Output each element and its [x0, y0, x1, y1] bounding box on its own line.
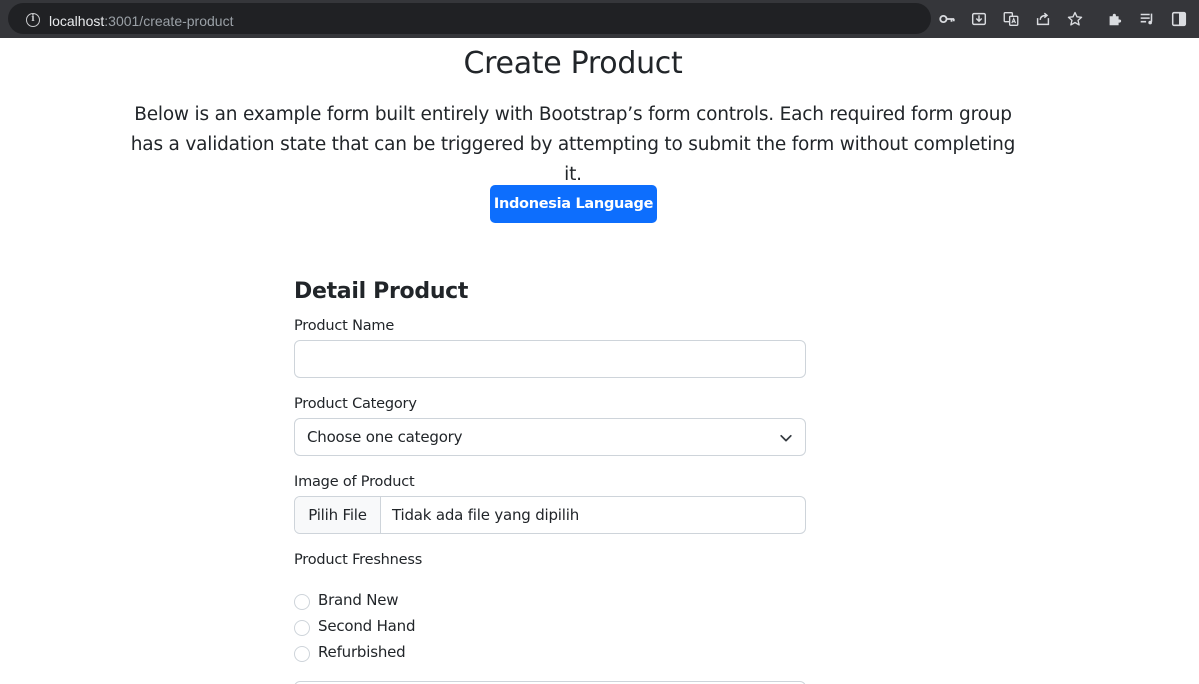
- radio-button[interactable]: [294, 594, 310, 610]
- radio-button[interactable]: [294, 646, 310, 662]
- url-text[interactable]: localhost:3001/create-product: [49, 13, 233, 29]
- chevron-down-icon: [780, 434, 792, 442]
- key-icon[interactable]: [937, 9, 957, 29]
- product-name-input[interactable]: [294, 340, 806, 378]
- radio-label: Brand New: [318, 591, 399, 609]
- radio-button[interactable]: [294, 620, 310, 636]
- file-status-text: Tidak ada file yang dipilih: [392, 506, 580, 524]
- product-category-value: Choose one category: [307, 428, 463, 446]
- radio-label: Refurbished: [318, 643, 406, 661]
- section-title: Detail Product: [294, 279, 469, 304]
- product-category-label: Product Category: [294, 396, 417, 412]
- product-image-file-input[interactable]: Pilih File Tidak ada file yang dipilih: [294, 496, 806, 534]
- choose-file-button[interactable]: Pilih File: [295, 497, 381, 533]
- address-bar[interactable]: i localhost:3001/create-product: [8, 3, 931, 34]
- side-panel-icon[interactable]: [1169, 9, 1189, 29]
- product-image-label: Image of Product: [294, 474, 415, 490]
- share-icon[interactable]: [1033, 9, 1053, 29]
- radio-label: Second Hand: [318, 617, 416, 635]
- star-icon[interactable]: [1065, 9, 1085, 29]
- extensions-icon[interactable]: [1105, 9, 1125, 29]
- translate-icon[interactable]: [1001, 9, 1021, 29]
- media-icon[interactable]: [1137, 9, 1157, 29]
- page-lead: Below is an example form built entirely …: [130, 104, 1016, 185]
- install-icon[interactable]: [969, 9, 989, 29]
- info-icon[interactable]: i: [26, 13, 40, 27]
- language-toggle-button[interactable]: Indonesia Language: [490, 185, 657, 223]
- page-title: Create Product: [463, 46, 683, 81]
- product-freshness-label: Product Freshness: [294, 552, 423, 568]
- browser-toolbar: i localhost:3001/create-product: [0, 0, 1199, 38]
- product-name-label: Product Name: [294, 318, 395, 334]
- product-category-select[interactable]: Choose one category: [294, 418, 806, 456]
